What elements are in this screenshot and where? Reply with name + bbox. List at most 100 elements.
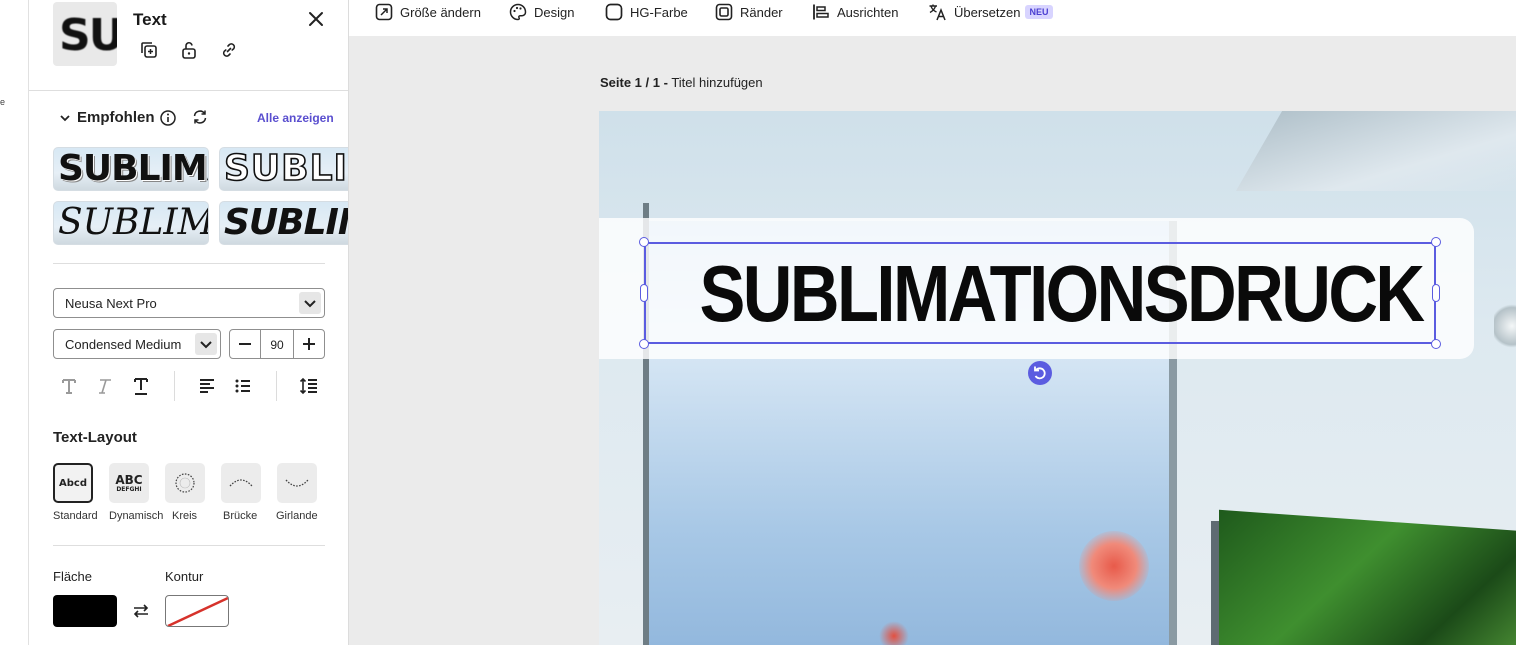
tools-separator [174,371,175,401]
style-preset-text: SUBLIMATIONSDRUCK [58,202,208,243]
no-color-icon [167,596,228,626]
layout-preview-subtext: DEFGHI [116,485,142,493]
background-color-button[interactable]: HG-Farbe [605,0,688,24]
palette-icon [509,3,527,21]
align-icon [813,4,829,20]
translate-label: Übersetzen [954,4,1021,20]
style-preset-3[interactable]: SUBLIMATIONSDRUCK [53,201,209,245]
stroke-label: Kontur [165,569,204,584]
serif-text-icon[interactable] [58,375,80,397]
minus-icon[interactable] [230,330,261,358]
selection-box [644,242,1436,344]
layout-label: Dynamisch [109,510,164,522]
font-size-value[interactable]: 90 [260,338,294,352]
close-icon[interactable] [305,8,327,30]
text-thumbnail: SU [53,2,117,66]
font-weight-select[interactable]: Condensed Medium [53,329,221,359]
style-preset-1[interactable]: SUBLIMATIONSDRUCK [53,147,209,191]
new-badge: NEU [1025,5,1053,19]
square-icon [605,3,623,21]
design-label: Design [534,4,575,20]
background-ceiling [1235,111,1516,191]
layout-garland[interactable] [277,463,317,503]
recommended-title[interactable]: Empfohlen [77,109,155,126]
garland-layout-icon [285,479,309,487]
resize-handle-bottom-right[interactable] [1431,339,1441,349]
background-poster-green [1219,509,1516,645]
resize-handle-right[interactable] [1432,284,1440,302]
translate-button[interactable]: Übersetzen NEU [928,0,1053,24]
borders-button[interactable]: Ränder [715,0,783,24]
rail-stub-text: e [0,97,6,107]
layout-bridge[interactable] [221,463,261,503]
info-icon[interactable] [159,109,177,127]
rotate-icon [1034,366,1046,380]
thumbnail-text: SU [59,10,117,61]
italic-text-icon[interactable] [93,375,115,397]
layout-dynamic[interactable]: ABC DEFGHI [109,463,149,503]
background-color-label: HG-Farbe [630,4,688,20]
resize-handle-bottom-left[interactable] [639,339,649,349]
header-divider [29,90,348,91]
resize-handle-top-right[interactable] [1431,237,1441,247]
section-divider [53,263,325,264]
link-icon[interactable] [218,39,240,61]
design-button[interactable]: Design [509,0,574,24]
duplicate-icon[interactable] [138,39,160,61]
section-divider [53,545,325,546]
design-canvas[interactable]: SUBLIMATIONSDRUCK [599,111,1516,645]
layout-preview-text: Abcd [59,477,87,489]
resize-handle-top-left[interactable] [639,237,649,247]
layout-preview-text: ABC [115,472,143,487]
page-indicator: Seite 1 / 1 - Titel hinzufügen [600,75,763,90]
chevron-down-icon [299,292,321,314]
bridge-layout-icon [229,479,253,487]
background-poster-edge [1211,521,1219,645]
layout-label: Standard [53,510,98,522]
background-flower [879,621,909,645]
resize-label: Größe ändern [400,4,481,20]
plus-icon[interactable] [293,330,324,358]
page-counter: Seite 1 / 1 - [600,75,668,90]
layout-label: Girlande [276,510,318,522]
align-label: Ausrichten [837,4,899,20]
background-flower [1079,531,1149,601]
layout-standard[interactable]: Abcd [53,463,93,503]
refresh-icon[interactable] [191,108,209,126]
rotate-handle[interactable] [1028,361,1052,385]
align-left-icon[interactable] [196,375,218,397]
add-title-link[interactable]: Titel hinzufügen [671,75,762,90]
chevron-down-icon[interactable] [59,112,71,124]
chevron-down-icon [195,333,217,355]
show-all-link[interactable]: Alle anzeigen [257,111,334,125]
fill-color-swatch[interactable] [53,595,117,627]
style-preset-2[interactable]: SUBLIMATIONSDRUCK [219,147,348,191]
font-family-select[interactable]: Neusa Next Pro [53,288,325,318]
tools-separator [276,371,277,401]
swap-icon[interactable] [131,601,151,621]
align-button[interactable]: Ausrichten [812,0,898,24]
layout-label: Brücke [223,510,258,522]
underline-text-icon[interactable] [130,375,152,397]
font-family-value: Neusa Next Pro [65,296,157,311]
stroke-color-swatch[interactable] [165,595,229,627]
style-preset-text: SUBLIMATIONSDRUCK [58,148,208,189]
bullet-list-icon[interactable] [232,375,254,397]
style-preset-4[interactable]: SUBLIMATIONSDRUCK [219,201,348,245]
panel-title: Text [133,10,167,29]
font-weight-value: Condensed Medium [65,337,182,352]
resize-button[interactable]: Größe ändern [375,0,481,24]
line-spacing-icon[interactable] [298,375,320,397]
resize-handle-left[interactable] [640,284,648,302]
layout-circle[interactable] [165,463,205,503]
unlock-icon[interactable] [178,39,200,61]
translate-icon [929,4,946,21]
style-preset-text: SUBLIMATIONSDRUCK [224,202,348,243]
border-icon [715,3,733,21]
resize-icon [375,3,393,21]
font-size-stepper: 90 [229,329,325,359]
layout-label: Kreis [172,510,198,522]
background-lamp [1494,301,1516,351]
left-rail: e [0,0,29,645]
top-toolbar: Größe ändern Design HG-Farbe Ränder Ausr… [349,0,1516,36]
